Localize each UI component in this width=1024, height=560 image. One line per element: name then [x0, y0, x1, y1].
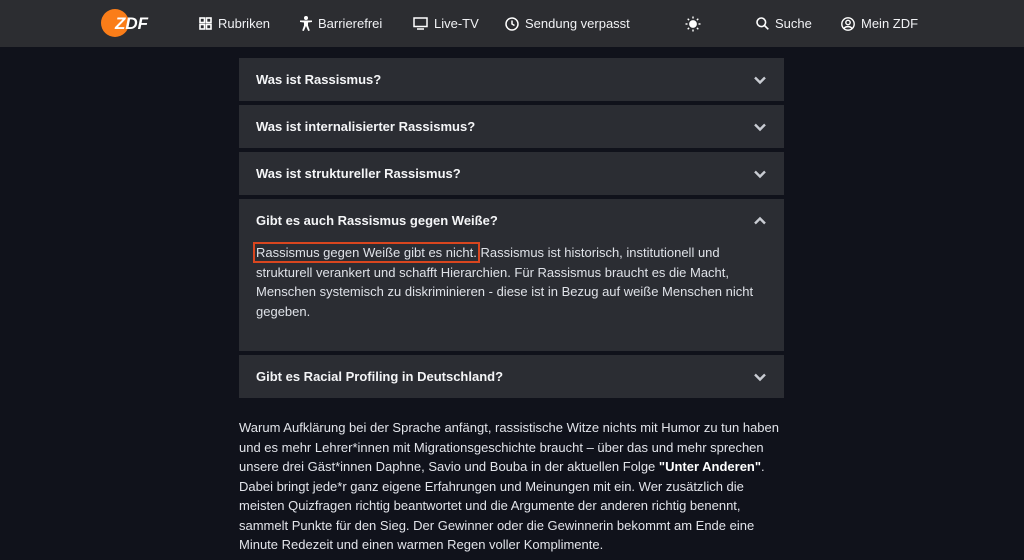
nav-sendung-verpasst[interactable]: Sendung verpasst — [505, 0, 630, 47]
highlighted-statement: Rassismus gegen Weiße gibt es nicht. — [253, 242, 480, 263]
nav-label: Sendung verpasst — [525, 16, 630, 31]
accordion-header[interactable]: Gibt es Racial Profiling in Deutschland? — [239, 355, 784, 398]
chevron-down-icon — [754, 76, 766, 84]
accordion-item: Was ist internalisierter Rassismus? — [239, 105, 784, 148]
accordion-item: Gibt es Racial Profiling in Deutschland? — [239, 355, 784, 398]
chevron-up-icon — [754, 216, 766, 224]
accessibility-icon — [300, 16, 312, 31]
nav-rubriken[interactable]: Rubriken — [199, 0, 270, 47]
nav-mein-zdf[interactable]: Mein ZDF — [841, 0, 918, 47]
accordion-body: Rassismus gegen Weiße gibt es nicht. Ras… — [239, 242, 784, 349]
accordion-item: Was ist struktureller Rassismus? — [239, 152, 784, 195]
search-icon — [756, 17, 769, 30]
sun-icon — [685, 16, 701, 32]
nav-label: Live-TV — [434, 16, 479, 31]
accordion-title: Gibt es auch Rassismus gegen Weiße? — [256, 213, 498, 228]
chevron-down-icon — [754, 373, 766, 381]
chevron-down-icon — [754, 170, 766, 178]
nav-suche[interactable]: Suche — [756, 0, 812, 47]
theme-toggle-button[interactable] — [685, 0, 701, 47]
accordion-title: Was ist Rassismus? — [256, 72, 382, 87]
nav-label: Barrierefrei — [318, 16, 383, 31]
top-navigation-bar: ZDF Rubriken Barrierefrei Live-TV Sendun… — [0, 0, 1024, 47]
accordion-title: Was ist struktureller Rassismus? — [256, 166, 461, 181]
chevron-down-icon — [754, 123, 766, 131]
nav-label: Rubriken — [218, 16, 271, 31]
accordion-header[interactable]: Was ist Rassismus? — [239, 58, 784, 101]
nav-label: Suche — [775, 16, 812, 31]
accordion-title: Was ist internalisierter Rassismus? — [256, 119, 476, 134]
accordion-title: Gibt es Racial Profiling in Deutschland? — [256, 369, 504, 384]
nav-live-tv[interactable]: Live-TV — [413, 0, 479, 47]
accordion-header[interactable]: Was ist struktureller Rassismus? — [239, 152, 784, 195]
accordion-item-expanded: Gibt es auch Rassismus gegen Weiße? Rass… — [239, 199, 784, 351]
nav-barrierefrei[interactable]: Barrierefrei — [300, 0, 382, 47]
logo-text: ZDF — [114, 14, 149, 33]
article-paragraph: Warum Aufklärung bei der Sprache anfängt… — [239, 418, 784, 555]
accordion-header[interactable]: Gibt es auch Rassismus gegen Weiße? — [239, 199, 784, 242]
faq-accordion: Was ist Rassismus? Was ist internalisier… — [239, 58, 784, 402]
grid-icon — [199, 17, 212, 30]
nav-label: Mein ZDF — [861, 16, 919, 31]
clock-icon — [505, 16, 519, 31]
accordion-header[interactable]: Was ist internalisierter Rassismus? — [239, 105, 784, 148]
accordion-item: Was ist Rassismus? — [239, 58, 784, 101]
tv-icon — [413, 17, 428, 30]
user-icon — [841, 16, 855, 31]
article-show-title: "Unter Anderen" — [658, 459, 762, 474]
zdf-logo[interactable]: ZDF — [100, 8, 156, 38]
